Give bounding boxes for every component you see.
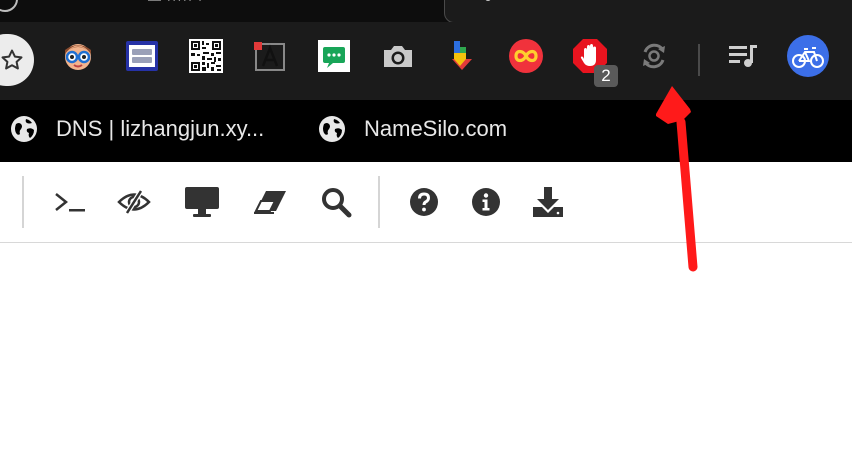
eye-hidden-icon[interactable] — [116, 184, 152, 220]
address-bar-end[interactable] — [0, 34, 34, 86]
bookmark-label: NameSilo.com — [364, 116, 508, 141]
extension-qr-code-icon[interactable] — [188, 38, 224, 74]
bookmark-namesilo[interactable]: NameSilo.com — [318, 114, 507, 144]
terminal-icon[interactable] — [52, 184, 88, 220]
profile-avatar[interactable] — [786, 34, 830, 78]
globe-icon — [319, 116, 345, 142]
tab-favicon-icon — [0, 0, 18, 12]
monitor-icon[interactable] — [184, 184, 220, 220]
bookmark-star-icon[interactable] — [0, 48, 24, 72]
adblock-count-badge: 2 — [594, 65, 618, 87]
tab-dot-icon — [485, 0, 491, 1]
bookmarks-bar: DNS | lizhangjun.xy... NameSilo.com — [0, 100, 852, 162]
extension-infinity-icon[interactable] — [508, 38, 544, 74]
extension-flag-arrow-icon[interactable] — [444, 38, 480, 74]
download-icon[interactable] — [530, 184, 566, 220]
info-icon[interactable] — [468, 184, 504, 220]
extension-window-list-icon[interactable] — [124, 38, 160, 74]
eraser-icon[interactable] — [252, 184, 288, 220]
toolbar-divider — [378, 176, 380, 228]
active-tab[interactable] — [444, 0, 852, 23]
extension-face-glasses-icon[interactable] — [60, 38, 96, 74]
bookmark-dns[interactable]: DNS | lizhangjun.xy... — [10, 114, 264, 144]
tab-title[interactable]: — ····· · — [148, 0, 203, 7]
extension-font-a-icon[interactable] — [252, 38, 288, 74]
search-icon[interactable] — [318, 184, 354, 220]
extension-camera-icon[interactable] — [380, 38, 416, 74]
browser-toolbar: 2 — [0, 22, 852, 100]
page-content — [0, 162, 852, 464]
media-queue-icon[interactable] — [724, 38, 760, 74]
browser-chrome: — ····· · — [0, 0, 852, 162]
bookmark-label: DNS | lizhangjun.xy... — [56, 116, 265, 141]
help-question-icon[interactable] — [406, 184, 442, 220]
tab-strip: — ····· · — [0, 0, 852, 23]
toolbar-divider — [22, 176, 24, 228]
editor-toolbar — [0, 162, 852, 243]
toolbar-separator — [698, 44, 700, 76]
extension-sync-refresh-icon[interactable] — [636, 38, 672, 74]
extension-green-ticket-icon[interactable] — [316, 38, 352, 74]
globe-icon — [11, 116, 37, 142]
